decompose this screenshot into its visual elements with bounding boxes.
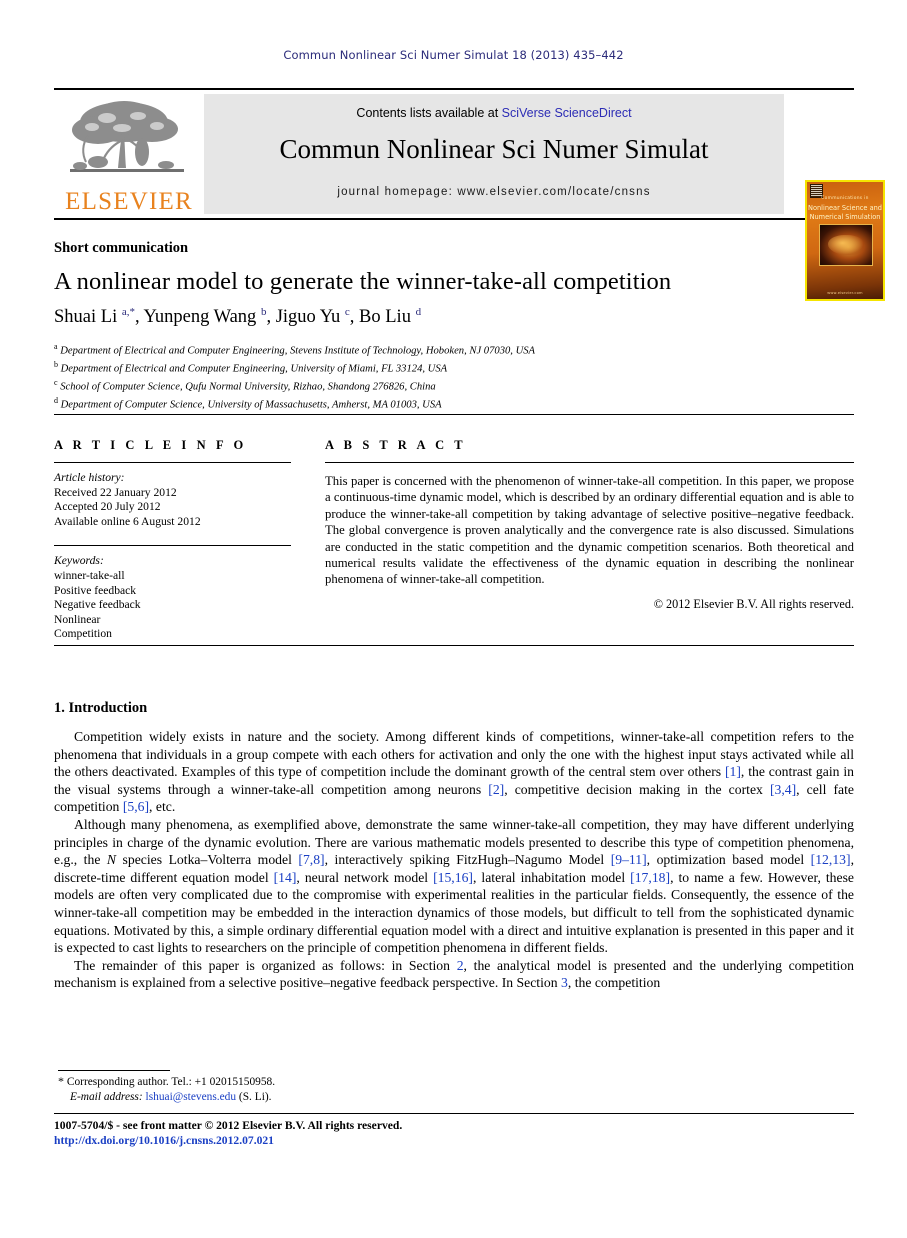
abstract-divider [325, 462, 854, 463]
keyword-item: Positive feedback [54, 583, 137, 597]
sciencedirect-link[interactable]: SciVerse ScienceDirect [502, 106, 632, 120]
elsevier-tree-icon [70, 101, 184, 172]
contents-prefix: Contents lists available at [356, 106, 502, 120]
keyword-item: Negative feedback [54, 598, 141, 612]
elsevier-wordmark: ELSEVIER [65, 188, 193, 215]
corresponding-author-note: * Corresponding author. Tel.: +1 0201515… [58, 1074, 558, 1090]
cover-line1: Communications in [821, 196, 869, 201]
cover-artwork [819, 224, 873, 266]
keyword-item: winner-take-all [54, 568, 125, 582]
paragraph: Competition widely exists in nature and … [54, 729, 854, 815]
article-history-label: Article history: [54, 471, 125, 484]
journal-homepage-link[interactable]: journal homepage: www.elsevier.com/locat… [204, 186, 784, 198]
issn-line: 1007-5704/$ - see front matter © 2012 El… [54, 1119, 403, 1132]
affiliation-item: b Department of Electrical and Computer … [54, 358, 854, 376]
email-note: E-mail address: lshuai@stevens.edu (S. L… [58, 1090, 558, 1105]
paragraph: Although many phenomena, as exemplified … [54, 816, 854, 956]
keyword-item: Competition [54, 627, 112, 641]
footnote-block: * Corresponding author. Tel.: +1 0201515… [58, 1074, 558, 1105]
history-item: Available online 6 August 2012 [54, 514, 201, 528]
keyword-item: Nonlinear [54, 612, 101, 626]
history-item: Received 22 January 2012 [54, 485, 177, 499]
affiliation-marker: c [54, 378, 58, 388]
affiliation-text: Department of Computer Science, Universi… [60, 399, 442, 411]
masthead-panel: Contents lists available at SciVerse Sci… [204, 94, 784, 214]
affiliation-item: a Department of Electrical and Computer … [54, 340, 854, 358]
abstract-copyright: © 2012 Elsevier B.V. All rights reserved… [653, 596, 854, 611]
paragraph: The remainder of this paper is organized… [54, 957, 854, 991]
article-history-block: Article history: Received 22 January 201… [54, 471, 291, 529]
keywords-label: Keywords: [54, 554, 104, 568]
affiliation-item: c School of Computer Science, Qufu Norma… [54, 376, 854, 394]
keywords-block: Keywords: winner-take-all Positive feedb… [54, 554, 291, 642]
corresponding-author-text: Corresponding author. Tel.: +1 020151509… [66, 1076, 276, 1088]
affiliation-list: a Department of Electrical and Computer … [54, 340, 854, 413]
affiliation-marker: a [54, 342, 58, 351]
affiliation-item: d Department of Computer Science, Univer… [54, 394, 854, 412]
body-text: Competition widely exists in nature and … [54, 728, 854, 992]
journal-title: Commun Nonlinear Sci Numer Simulat [279, 134, 709, 164]
footnote-rule [58, 1070, 170, 1071]
article-info-divider [54, 462, 291, 463]
article-info-heading: A R T I C L E I N F O [54, 438, 247, 452]
footnote-marker: * [58, 1074, 64, 1088]
imprint-block: 1007-5704/$ - see front matter © 2012 El… [54, 1118, 754, 1148]
email-label: E-mail address: [70, 1091, 143, 1103]
cover-line2-text: Nonlinear Science and [808, 204, 882, 212]
cover-line2: Nonlinear Science and Numerical Simulatio… [807, 204, 883, 222]
email-link[interactable]: lshuai@stevens.edu [146, 1091, 237, 1103]
page-title: A nonlinear model to generate the winner… [54, 268, 672, 295]
elsevier-logo: ELSEVIER [56, 96, 202, 215]
affiliation-text: School of Computer Science, Qufu Normal … [60, 381, 436, 393]
journal-masthead: ELSEVIER Contents lists available at Sci… [54, 88, 885, 301]
abstract-column: A B S T R A C T This paper is concerned … [325, 438, 854, 612]
contents-lists-line: Contents lists available at SciVerse Sci… [204, 106, 784, 120]
affiliation-marker: b [54, 360, 58, 370]
doi-link[interactable]: http://dx.doi.org/10.1016/j.cnsns.2012.0… [54, 1133, 754, 1148]
article-section-type: Short communication [54, 240, 189, 256]
cover-line3-text: Numerical Simulation [809, 213, 881, 221]
affiliation-marker: d [54, 396, 58, 406]
author-list: Shuai Li a,*, Yunpeng Wang b, Jiguo Yu c… [54, 306, 422, 328]
section-heading-introduction: 1. Introduction [54, 700, 148, 716]
info-bottom-rule [54, 645, 854, 646]
keywords-divider [54, 545, 291, 547]
info-top-rule [54, 414, 854, 415]
affiliation-text: Department of Electrical and Computer En… [60, 363, 448, 375]
email-suffix: (S. Li). [238, 1091, 272, 1103]
paper-page: Commun Nonlinear Sci Numer Simulat 18 (2… [0, 0, 907, 1238]
abstract-text: This paper is concerned with the phenome… [325, 474, 854, 587]
imprint-rule [54, 1113, 854, 1114]
running-head: Commun Nonlinear Sci Numer Simulat 18 (2… [283, 48, 624, 62]
history-item: Accepted 20 July 2012 [54, 500, 161, 514]
affiliation-text: Department of Electrical and Computer En… [60, 345, 535, 357]
article-info-column: A R T I C L E I N F O Article history: R… [54, 438, 291, 642]
abstract-heading: A B S T R A C T [325, 438, 467, 452]
